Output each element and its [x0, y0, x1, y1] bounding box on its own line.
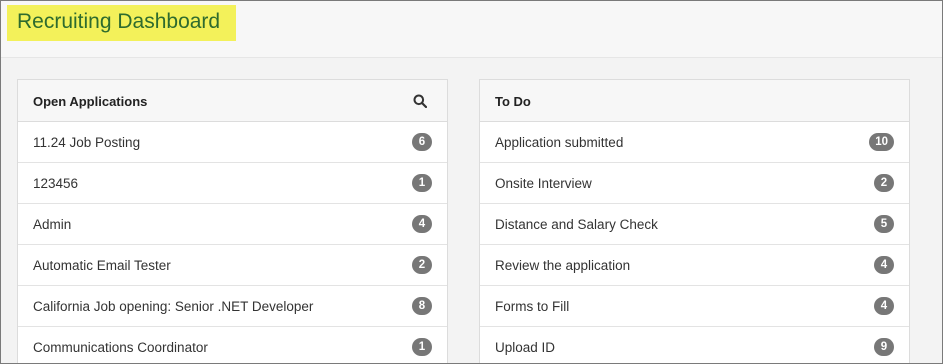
- count-badge: 1: [412, 174, 432, 192]
- open-applications-header: Open Applications: [18, 80, 447, 122]
- list-item-label: Upload ID: [495, 340, 556, 355]
- count-badge: 6: [412, 133, 432, 151]
- list-item-label: Communications Coordinator: [33, 340, 208, 355]
- count-badge: 1: [412, 338, 432, 356]
- list-item[interactable]: Application submitted 10: [480, 122, 909, 163]
- open-applications-panel: Open Applications 11.24 Job Posting 6 12…: [17, 79, 448, 363]
- count-badge: 10: [869, 133, 894, 151]
- list-item-label: 11.24 Job Posting: [33, 135, 141, 150]
- search-icon[interactable]: [413, 94, 427, 108]
- list-item[interactable]: Forms to Fill 4: [480, 286, 909, 327]
- page-header: Recruiting Dashboard: [1, 1, 942, 58]
- count-badge: 4: [874, 256, 894, 274]
- todo-panel: To Do Application submitted 10 Onsite In…: [479, 79, 910, 363]
- count-badge: 5: [874, 215, 894, 233]
- list-item-label: Distance and Salary Check: [495, 217, 658, 232]
- count-badge: 2: [874, 174, 894, 192]
- list-item[interactable]: California Job opening: Senior .NET Deve…: [18, 286, 447, 327]
- page-title: Recruiting Dashboard: [17, 10, 221, 33]
- list-item-label: Automatic Email Tester: [33, 258, 171, 273]
- list-item-label: California Job opening: Senior .NET Deve…: [33, 299, 314, 314]
- dashboard-frame: Recruiting Dashboard Open Applications 1…: [0, 0, 943, 364]
- count-badge: 9: [874, 338, 894, 356]
- list-item-label: Forms to Fill: [495, 299, 570, 314]
- list-item-label: Onsite Interview: [495, 176, 592, 191]
- list-item-label: 123456: [33, 176, 79, 191]
- todo-header: To Do: [480, 80, 909, 122]
- list-item[interactable]: Upload ID 9: [480, 327, 909, 363]
- list-item-label: Application submitted: [495, 135, 624, 150]
- list-item[interactable]: Onsite Interview 2: [480, 163, 909, 204]
- count-badge: 4: [874, 297, 894, 315]
- list-item[interactable]: 11.24 Job Posting 6: [18, 122, 447, 163]
- list-item[interactable]: Automatic Email Tester 2: [18, 245, 447, 286]
- count-badge: 4: [412, 215, 432, 233]
- list-item[interactable]: Distance and Salary Check 5: [480, 204, 909, 245]
- count-badge: 2: [412, 256, 432, 274]
- list-item[interactable]: Review the application 4: [480, 245, 909, 286]
- todo-title: To Do: [495, 94, 531, 109]
- count-badge: 8: [412, 297, 432, 315]
- list-item[interactable]: Admin 4: [18, 204, 447, 245]
- open-applications-title: Open Applications: [33, 94, 148, 109]
- list-item[interactable]: 123456 1: [18, 163, 447, 204]
- list-item[interactable]: Communications Coordinator 1: [18, 327, 447, 363]
- list-item-label: Review the application: [495, 258, 631, 273]
- list-item-label: Admin: [33, 217, 72, 232]
